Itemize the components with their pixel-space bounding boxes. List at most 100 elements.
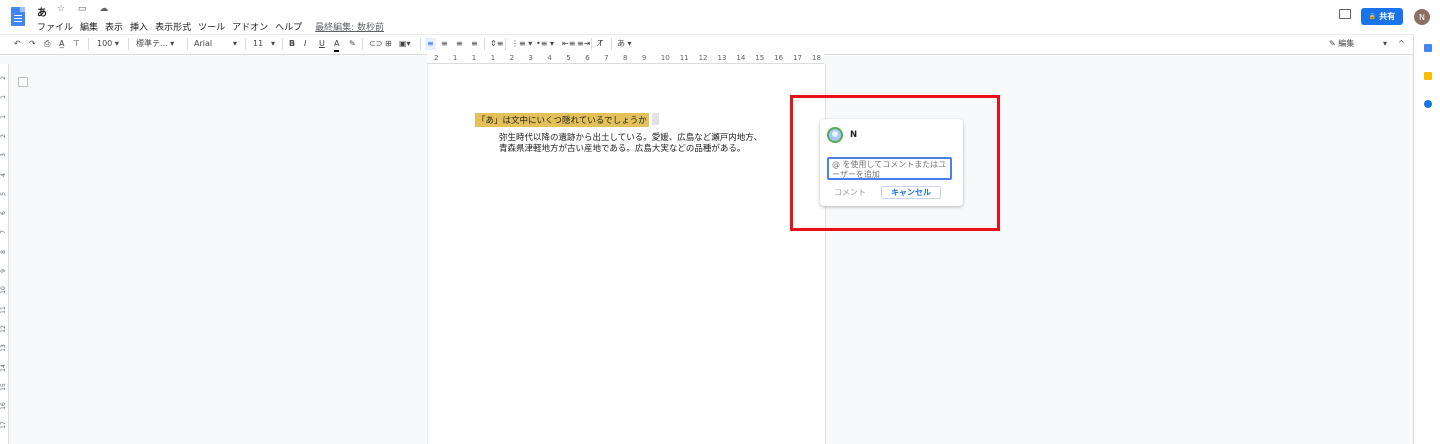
- lock-icon: 🔒: [1368, 13, 1377, 20]
- document-title[interactable]: あ: [37, 4, 47, 19]
- ruler-tick-label: 1: [471, 54, 477, 62]
- horizontal-ruler[interactable]: 2 1 1 1 2 3 4 5 6 7 8 9 10 11 12 13 14 15 16 17 18: [427, 54, 824, 64]
- selection-tail: [652, 113, 659, 125]
- highlight-color-icon[interactable]: ✎: [349, 38, 356, 50]
- ruler-tick-label: 14: [0, 363, 7, 372]
- paint-format-icon[interactable]: ⊤: [73, 38, 80, 50]
- document-body-text[interactable]: 弥生時代以降の遺跡から出土している。愛媛、広島など瀬戸内地方、青森県津軽地方が古…: [499, 133, 764, 154]
- ruler-tick-label: 13: [0, 344, 7, 353]
- align-right-icon[interactable]: ≡: [456, 38, 463, 50]
- italic-icon[interactable]: I: [304, 38, 306, 50]
- divider: [128, 38, 129, 50]
- ruler-tick-label: 4: [0, 172, 7, 177]
- docs-logo-icon[interactable]: [11, 7, 25, 26]
- divider: [505, 38, 506, 50]
- align-center-icon[interactable]: ≡: [441, 38, 448, 50]
- menu-tools[interactable]: ツール: [198, 20, 225, 33]
- divider: [282, 38, 283, 50]
- divider: [420, 38, 421, 50]
- ruler-tick-label: 1: [452, 54, 458, 62]
- undo-icon[interactable]: ↶: [14, 38, 21, 50]
- ruler-tick-label: 2: [0, 76, 7, 80]
- menu-file[interactable]: ファイル: [37, 20, 73, 33]
- ruler-tick-label: 1: [0, 114, 7, 119]
- ruler-tick-label: 10: [660, 54, 670, 62]
- ruler-tick-label: 2: [509, 54, 515, 62]
- ruler-tick-label: 7: [0, 230, 7, 235]
- ruler-tick-label: 3: [528, 54, 533, 62]
- ruler-tick-label: 14: [736, 54, 746, 62]
- divider: [591, 38, 592, 50]
- font-size-dropdown-icon[interactable]: ▾: [271, 38, 275, 50]
- ruler-tick-label: 7: [604, 54, 609, 62]
- menu-view[interactable]: 表示: [105, 20, 123, 33]
- clear-formatting-icon[interactable]: T̸: [598, 38, 603, 50]
- ruler-tick-label: 5: [566, 54, 571, 62]
- share-label: 共有: [1379, 12, 1396, 21]
- redo-icon[interactable]: ↷: [29, 38, 36, 50]
- annotation-highlight-box: [790, 95, 1000, 231]
- underline-icon[interactable]: U: [319, 38, 325, 50]
- comment-history-icon[interactable]: [1339, 9, 1351, 19]
- input-tools-select[interactable]: あ ▾: [617, 38, 632, 50]
- bold-icon[interactable]: B: [289, 38, 295, 50]
- ruler-tick-label: 1: [490, 54, 496, 62]
- spellcheck-icon[interactable]: A̲: [59, 38, 64, 50]
- divider: [187, 38, 188, 50]
- calendar-icon[interactable]: [1424, 44, 1432, 52]
- ruler-tick-label: 11: [679, 54, 689, 62]
- side-panel: [1413, 34, 1440, 444]
- ruler-tick-label: 12: [698, 54, 708, 62]
- increase-indent-icon[interactable]: ≡⇥: [577, 38, 590, 50]
- last-edit-link[interactable]: 最終編集: 数秒前: [315, 20, 384, 33]
- divider: [362, 38, 363, 50]
- text-color-icon[interactable]: A: [334, 38, 340, 52]
- menu-bar: ファイル 編集 表示 挿入 表示形式 ツール アドオン ヘルプ 最終編集: 数秒…: [37, 20, 384, 33]
- decrease-indent-icon[interactable]: ⇤≡: [562, 38, 575, 50]
- insert-image-icon[interactable]: ▣▾: [399, 38, 411, 50]
- avatar[interactable]: N: [1414, 9, 1430, 25]
- menu-addons[interactable]: アドオン: [232, 20, 268, 33]
- editing-mode-select[interactable]: ✎ 編集: [1329, 38, 1354, 50]
- ruler-tick-label: 1: [0, 95, 7, 100]
- style-select[interactable]: 標準テ... ▾: [136, 38, 174, 50]
- numbered-list-icon[interactable]: ⋮≡ ▾: [511, 38, 532, 50]
- ruler-tick-label: 18: [812, 54, 821, 62]
- divider: [611, 38, 612, 50]
- star-move-cloud-icons[interactable]: ☆ ▭ ☁: [57, 4, 113, 14]
- align-left-icon[interactable]: ≡: [425, 38, 436, 50]
- zoom-select[interactable]: 100 ▾: [97, 38, 119, 50]
- line-spacing-icon[interactable]: ⇕≡: [490, 38, 503, 50]
- collapse-menus-icon[interactable]: ^: [1398, 38, 1405, 50]
- align-justify-icon[interactable]: ≡: [471, 38, 478, 50]
- keep-icon[interactable]: [1424, 72, 1432, 80]
- ruler-tick-label: 15: [0, 382, 7, 391]
- share-button[interactable]: 🔒 共有: [1361, 8, 1403, 25]
- ruler-tick-label: 3: [0, 153, 7, 158]
- menu-edit[interactable]: 編集: [80, 20, 98, 33]
- ruler-tick-label: 11: [0, 305, 7, 314]
- font-dropdown-icon[interactable]: ▾: [233, 38, 237, 50]
- print-icon[interactable]: ⎙: [44, 38, 50, 50]
- insert-link-icon[interactable]: ⊂⊃: [369, 38, 382, 50]
- font-size-select[interactable]: 11: [253, 38, 263, 50]
- menu-insert[interactable]: 挿入: [130, 20, 148, 33]
- ruler-tick-label: 10: [0, 286, 7, 295]
- document-outline-icon[interactable]: [18, 77, 28, 87]
- menu-help[interactable]: ヘルプ: [275, 20, 302, 33]
- ruler-tick-label: 16: [0, 402, 7, 410]
- menu-format[interactable]: 表示形式: [155, 20, 191, 33]
- bulleted-list-icon[interactable]: •≡ ▾: [536, 38, 554, 50]
- font-select[interactable]: Arial: [194, 38, 212, 50]
- ruler-tick-label: 15: [755, 54, 765, 62]
- editing-mode-dropdown-icon[interactable]: ▾: [1383, 38, 1387, 50]
- ruler-tick-label: 2: [0, 133, 7, 138]
- document-heading[interactable]: 「あ」は文中にいくつ隠れているでしょうか: [475, 113, 649, 127]
- ruler-tick-label: 17: [0, 421, 7, 430]
- ruler-tick-label: 17: [793, 54, 803, 62]
- insert-comment-icon[interactable]: ⊞: [385, 38, 392, 50]
- ruler-tick-label: 9: [0, 269, 7, 273]
- tasks-icon[interactable]: [1424, 100, 1432, 108]
- divider: [484, 38, 485, 50]
- ruler-tick-label: 8: [0, 249, 7, 254]
